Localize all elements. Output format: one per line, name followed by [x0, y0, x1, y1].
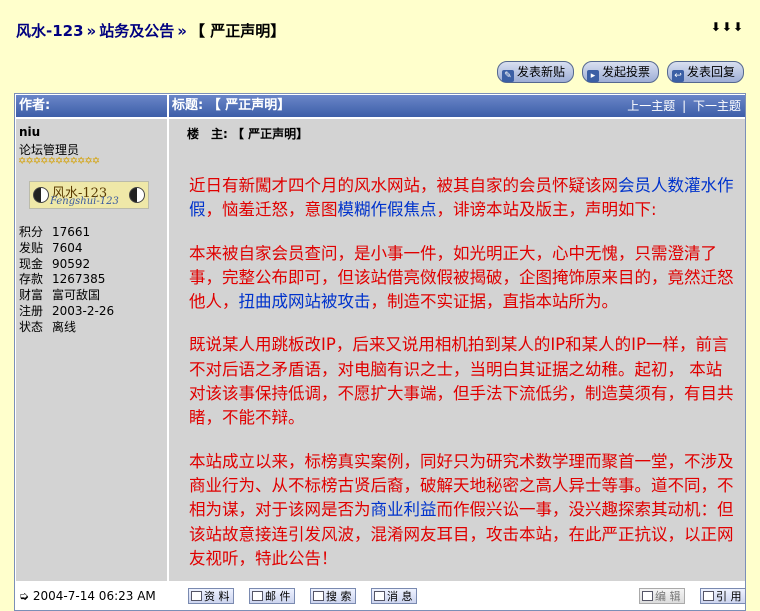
stat-row: 积分 17661 — [19, 225, 114, 241]
post-time-icon: ➭ — [19, 589, 30, 603]
stat-value: 富可敌国 — [52, 288, 101, 303]
stat-row: 状态 离线 — [19, 320, 114, 336]
edit-icon — [642, 591, 653, 601]
profile-label: 资 料 — [204, 590, 230, 603]
next-topic-link[interactable]: 下一主题 — [693, 99, 741, 113]
stat-row: 注册 2003-2-26 — [19, 304, 114, 320]
breadcrumb-site-link[interactable]: 风水-123 — [16, 22, 84, 40]
new-topic-icon: ✎ — [501, 70, 514, 82]
post-paragraph: 本站成立以来，标榜真实案例，同好只为研究术数学理而聚首一堂，不涉及商业行为、从不… — [189, 450, 737, 571]
post-toolbar: 资 料 邮 件 搜 索 消 息 编 辑 引 用 — [169, 583, 746, 610]
edit-button[interactable]: 编 辑 — [639, 588, 685, 604]
post-highlight: 商业利益 — [370, 500, 437, 520]
stat-value: 7604 — [52, 240, 83, 255]
yin-yang-icon — [129, 187, 145, 203]
stat-key: 积分 — [19, 225, 44, 239]
post-highlight: 模糊作假焦点 — [337, 200, 437, 220]
post-actions: ✎ 发表新贴 ▸ 发起投票 ↩ 发表回复 — [489, 61, 744, 83]
edit-label: 编 辑 — [655, 590, 681, 603]
new-poll-label: 发起投票 — [601, 65, 650, 79]
stat-row: 现金 90592 — [19, 257, 114, 273]
stat-key: 发贴 — [19, 240, 44, 255]
topic-title: 标题: 【 严正声明】 — [172, 98, 291, 113]
quote-label: 引 用 — [716, 590, 742, 603]
nav-separator: | — [682, 99, 687, 113]
breadcrumb-forum-link[interactable]: 站务及公告 — [99, 22, 174, 40]
search-icon — [313, 591, 324, 601]
stat-value: 离线 — [52, 319, 77, 334]
quote-button[interactable]: 引 用 — [700, 588, 746, 604]
stat-key: 注册 — [19, 303, 44, 318]
post-text: ，诽谤本站及版主，声明如下: — [436, 200, 657, 220]
prev-topic-link[interactable]: 上一主题 — [627, 99, 675, 113]
stat-row: 发贴 7604 — [19, 241, 114, 257]
stat-key: 存款 — [19, 272, 44, 287]
topic-nav: 上一主题 | 下一主题 — [627, 95, 741, 117]
stat-row: 存款 1267385 — [19, 272, 114, 288]
reply-label: 发表回复 — [686, 65, 735, 79]
breadcrumb-separator: » — [177, 22, 187, 40]
post-text: 既说某人用跳板改IP，后来又说用相机拍到某人的IP和某人的IP一样，前言不对后语… — [189, 335, 734, 428]
post-content: 楼 主: 【 严正声明】 近日有新闖才四个月的风水网站，被其自家的会员怀疑该网会… — [169, 119, 745, 581]
breadcrumb: 风水-123» 站务及公告» 【 严正声明】 — [16, 20, 285, 41]
post-text: 近日有新闖才四个月的风水网站，被其自家的会员怀疑该网 — [189, 176, 618, 195]
stat-key: 财富 — [19, 288, 44, 303]
post-paragraph: 既说某人用跳板改IP，后来又说用相机拍到某人的IP和某人的IP一样，前言不对后语… — [189, 333, 737, 430]
scroll-down-icon[interactable]: ⬇⬇⬇ — [711, 20, 744, 34]
search-label: 搜 索 — [326, 590, 352, 603]
email-button[interactable]: 邮 件 — [249, 588, 295, 604]
breadcrumb-current: 【 严正声明】 — [189, 22, 286, 40]
author-header: 作者: — [16, 95, 167, 117]
new-poll-button[interactable]: ▸ 发起投票 — [581, 61, 659, 83]
post-paragraph: 近日有新闖才四个月的风水网站，被其自家的会员怀疑该网会员人数灌水作假，恼羞迁怒，… — [189, 174, 737, 223]
avatar-logo-subtext: Fengshui-123 — [50, 196, 119, 207]
poll-icon: ▸ — [586, 70, 599, 82]
post-highlight: 扭曲成网站被攻击 — [238, 292, 371, 312]
stat-value: 90592 — [52, 256, 91, 271]
new-topic-button[interactable]: ✎ 发表新贴 — [496, 61, 574, 83]
post-text: ，制造不实证据，直指本站所为。 — [370, 292, 619, 312]
quote-icon — [703, 591, 714, 601]
author-stats: 积分 17661 发贴 7604 现金 90592 存款 1267385 财富 富可敌国 … — [19, 225, 114, 336]
rank-stars-icon: ✡✡✡✡✡✡✡✡✡✡✡ — [18, 156, 100, 167]
reply-icon: ↩ — [671, 70, 684, 82]
stat-value: 2003-2-26 — [52, 303, 115, 318]
yin-yang-icon — [33, 187, 49, 203]
post-timestamp: ➭ 2004-7-14 06:23 AM — [16, 583, 167, 610]
stat-value: 17661 — [52, 225, 91, 239]
author-panel: niu 论坛管理员 ✡✡✡✡✡✡✡✡✡✡✡ 风水-123 Fengshui-12… — [16, 119, 167, 581]
stat-row: 财富 富可敌国 — [19, 288, 114, 304]
title-header: 标题: 【 严正声明】 上一主题 | 下一主题 — [169, 95, 745, 117]
profile-icon — [191, 591, 202, 601]
avatar: 风水-123 Fengshui-123 — [29, 181, 149, 209]
message-icon — [374, 591, 385, 601]
post-title: 楼 主: 【 严正声明】 — [187, 127, 309, 141]
breadcrumb-separator: » — [86, 22, 97, 40]
email-label: 邮 件 — [265, 590, 291, 603]
mail-icon — [252, 591, 263, 601]
message-button[interactable]: 消 息 — [371, 588, 417, 604]
message-label: 消 息 — [387, 590, 413, 603]
post-paragraph: 本来被自家会员查问，是小事一件，如光明正大，心中无愧，只需澄清了事，完整公布即可… — [189, 242, 737, 315]
stat-value: 1267385 — [52, 272, 106, 287]
stat-key: 状态 — [19, 319, 44, 334]
search-button[interactable]: 搜 索 — [310, 588, 356, 604]
reply-button[interactable]: ↩ 发表回复 — [666, 61, 744, 83]
post-table: 作者: 标题: 【 严正声明】 上一主题 | 下一主题 niu 论坛管理员 ✡✡… — [14, 93, 746, 611]
stat-key: 现金 — [19, 256, 44, 271]
new-topic-label: 发表新贴 — [516, 65, 565, 79]
post-body: 近日有新闖才四个月的风水网站，被其自家的会员怀疑该网会员人数灌水作假，恼羞迁怒，… — [189, 174, 737, 590]
post-text: ，恼羞迁怒，意图 — [205, 200, 338, 220]
profile-button[interactable]: 资 料 — [188, 588, 234, 604]
author-name[interactable]: niu — [19, 125, 40, 139]
top-bar: 风水-123» 站务及公告» 【 严正声明】 ⬇⬇⬇ — [0, 0, 760, 60]
post-time: 2004-7-14 06:23 AM — [32, 589, 156, 603]
